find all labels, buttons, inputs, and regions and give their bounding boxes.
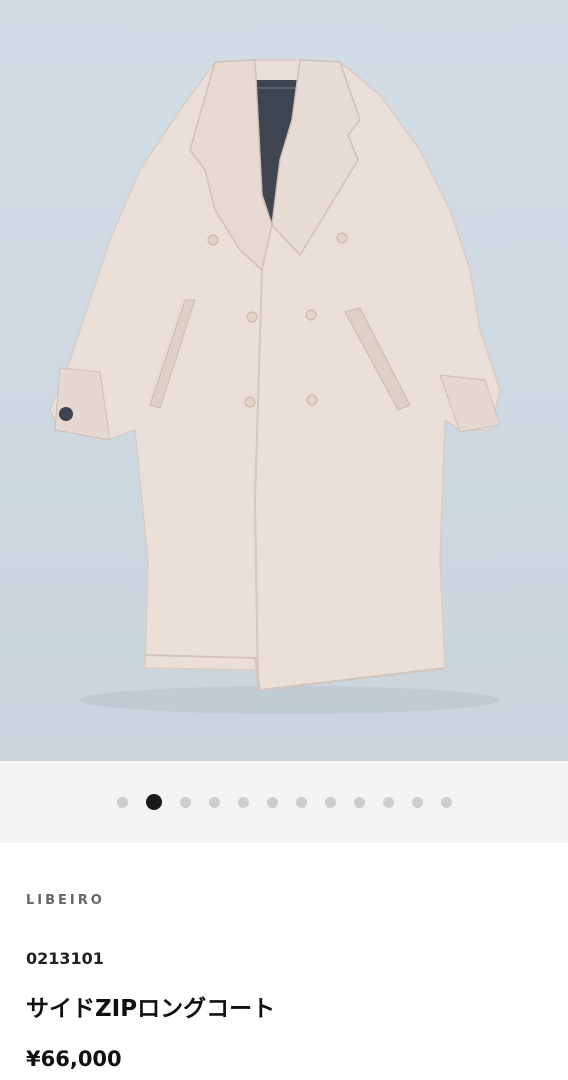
product-name: サイドZIPロングコート xyxy=(26,996,276,1022)
carousel-dot[interactable] xyxy=(145,794,162,810)
carousel-dot[interactable] xyxy=(440,796,452,808)
carousel-pagination xyxy=(0,761,568,843)
product-image xyxy=(49,59,501,714)
carousel-dot[interactable] xyxy=(208,796,220,808)
carousel-dot[interactable] xyxy=(179,796,191,808)
carousel-dot[interactable] xyxy=(411,796,423,808)
carousel-dot[interactable] xyxy=(237,796,249,808)
carousel-dot[interactable] xyxy=(266,796,278,808)
product-code: 0213101 xyxy=(26,949,104,968)
carousel-dot[interactable] xyxy=(324,796,336,808)
product-image-gallery[interactable] xyxy=(0,0,568,761)
carousel-dot[interactable] xyxy=(353,796,365,808)
carousel-dot[interactable] xyxy=(295,796,307,808)
carousel-dot[interactable] xyxy=(382,796,394,808)
product-price: ¥66,000 xyxy=(26,1047,122,1071)
brand-name[interactable]: LIBEIRO xyxy=(26,893,105,908)
carousel-dot[interactable] xyxy=(116,796,128,808)
